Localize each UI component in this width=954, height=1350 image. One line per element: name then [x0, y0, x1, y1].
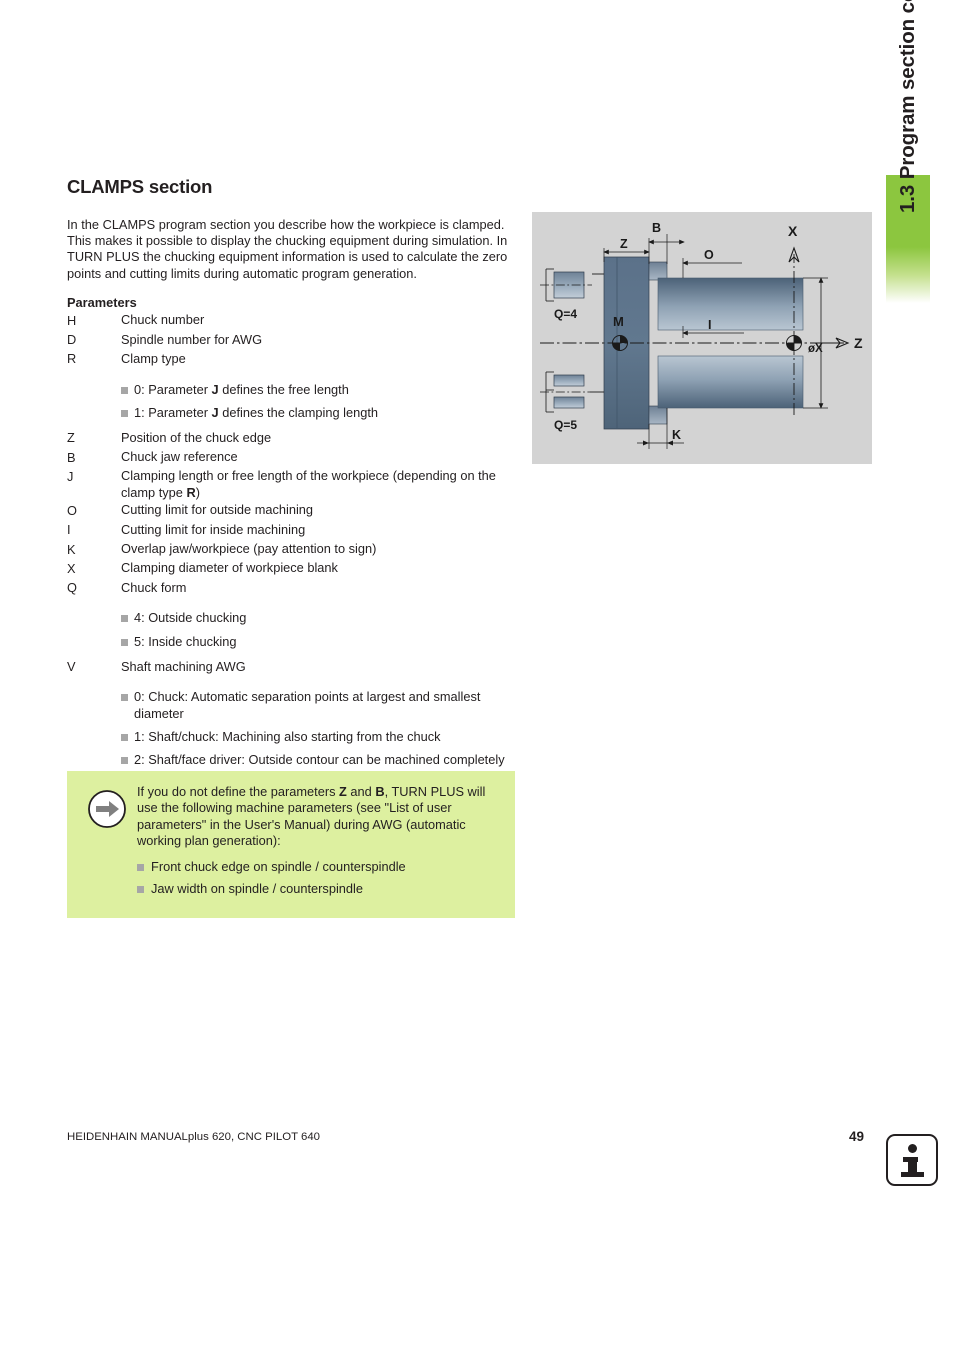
- option-label: 2: Shaft/face driver: Outside contour ca…: [134, 752, 505, 768]
- parameter-desc: Spindle number for AWG: [121, 331, 263, 347]
- figure-label-q5: Q=5: [554, 418, 577, 432]
- bullet-square-icon: [121, 410, 128, 417]
- option-label: 1: Shaft/chuck: Machining also starting …: [134, 728, 441, 744]
- clamping-diagram-svg: Z X M Z B O I K øX Q=4 Q=5: [540, 221, 863, 449]
- bullet-square-icon: [121, 733, 128, 741]
- note-bullet-item: Front chuck edge on spindle / counterspi…: [137, 859, 503, 875]
- figure-label-b: B: [652, 221, 661, 235]
- parameters-heading: Parameters: [67, 294, 137, 310]
- parameter-row: Q Chuck form: [67, 578, 517, 597]
- parameter-row: H Chuck number: [67, 311, 517, 330]
- bullet-square-icon: [121, 615, 128, 623]
- figure-label-diameter-x: øX: [808, 343, 823, 355]
- option-label: 0: Parameter J defines the free length: [134, 381, 349, 397]
- info-icon-serif-bottom: [900, 1172, 924, 1177]
- parameter-key: D: [67, 332, 77, 348]
- parameter-desc: Overlap jaw/workpiece (pay attention to …: [121, 541, 377, 557]
- note-bullet-label: Front chuck edge on spindle / counterspi…: [151, 859, 406, 875]
- parameter-desc: Clamp type: [121, 350, 186, 366]
- note-body: If you do not define the parameters Z an…: [135, 784, 503, 904]
- note-bullet-label: Jaw width on spindle / counterspindle: [151, 881, 363, 897]
- note-bullet-item: Jaw width on spindle / counterspindle: [137, 881, 503, 897]
- info-icon-dot: [907, 1144, 917, 1153]
- option-item: 4: Outside chucking: [67, 610, 517, 626]
- parameter-key: V: [67, 659, 76, 675]
- figure-label-q4: Q=4: [554, 307, 577, 321]
- section-tab-label: 1.3 Program section code: [896, 0, 919, 213]
- parameter-desc: Chuck form: [121, 579, 187, 595]
- parameter-key: K: [67, 541, 76, 557]
- parameter-row: K Overlap jaw/workpiece (pay attention t…: [67, 540, 517, 559]
- clamping-diagram: Z X M Z B O I K øX Q=4 Q=5: [532, 212, 872, 464]
- figure-label-z: Z: [620, 237, 628, 251]
- parameter-key: I: [67, 522, 71, 538]
- figure-label-i: I: [708, 318, 711, 332]
- option-item: 2: Shaft/face driver: Outside contour ca…: [67, 752, 517, 768]
- parameter-key: J: [67, 468, 74, 484]
- parameter-desc: Cutting limit for inside machining: [121, 521, 306, 537]
- parameter-row: B Chuck jaw reference: [67, 448, 517, 467]
- bullet-square-icon: [121, 694, 128, 702]
- parameter-desc: Clamping diameter of workpiece blank: [121, 560, 338, 576]
- bullet-square-icon: [137, 886, 144, 894]
- arrow-right-circle-icon: [88, 790, 126, 828]
- option-label: 4: Outside chucking: [134, 610, 247, 626]
- note-text: If you do not define the parameters Z an…: [137, 784, 486, 848]
- note-icon-container: [79, 784, 135, 904]
- note-box: If you do not define the parameters Z an…: [67, 771, 515, 918]
- option-label: 1: Parameter J defines the clamping leng…: [134, 405, 379, 420]
- option-item: 5: Inside chucking: [67, 634, 517, 650]
- figure-label-z-axis: Z: [854, 335, 863, 351]
- option-item: 0: Parameter J defines the free length: [67, 382, 517, 398]
- parameter-desc: Shaft machining AWG: [121, 658, 246, 674]
- option-label: 0: Chuck: Automatic separation points at…: [134, 689, 481, 721]
- parameter-desc: Position of the chuck edge: [121, 429, 272, 445]
- parameter-row: I Cutting limit for inside machining: [67, 520, 517, 539]
- info-icon[interactable]: [886, 1134, 938, 1186]
- parameter-key: Z: [67, 430, 75, 446]
- parameter-desc: Clamping length or free length of the wo…: [121, 468, 496, 500]
- parameter-row: J Clamping length or free length of the …: [67, 467, 517, 501]
- section-tab-background: [886, 175, 930, 575]
- parameter-key: H: [67, 312, 77, 328]
- parameter-row: V Shaft machining AWG: [67, 657, 517, 676]
- parameter-row: O Cutting limit for outside machining: [67, 501, 517, 520]
- bullet-square-icon: [137, 864, 144, 872]
- parameter-desc: Chuck jaw reference: [121, 449, 238, 465]
- figure-label-k: K: [672, 428, 681, 442]
- page-title: CLAMPS section: [67, 176, 213, 197]
- parameter-key: X: [67, 560, 76, 576]
- parameter-key: R: [67, 351, 77, 367]
- parameter-row: D Spindle number for AWG: [67, 330, 517, 349]
- option-label: 5: Inside chucking: [134, 633, 237, 649]
- main-content: CLAMPS section In the CLAMPS program sec…: [67, 176, 517, 776]
- parameter-row: X Clamping diameter of workpiece blank: [67, 559, 517, 578]
- parameter-key: B: [67, 449, 76, 465]
- footer-text: HEIDENHAIN MANUALplus 620, CNC PILOT 640: [67, 1131, 321, 1143]
- bullet-square-icon: [121, 386, 128, 394]
- bullet-square-icon: [121, 638, 128, 646]
- figure-label-x-axis: X: [788, 223, 798, 239]
- parameter-desc: Chuck number: [121, 312, 205, 328]
- option-item: 1: Shaft/chuck: Machining also starting …: [67, 729, 517, 745]
- parameter-row: Z Position of the chuck edge: [67, 428, 517, 447]
- page-number: 49: [849, 1129, 865, 1144]
- parameter-key: Q: [67, 580, 77, 596]
- figure-label-o: O: [704, 248, 714, 262]
- figure-label-m: M: [613, 314, 624, 329]
- bullet-square-icon: [121, 757, 128, 765]
- option-item: 0: Chuck: Automatic separation points at…: [67, 689, 517, 722]
- parameter-key: O: [67, 502, 77, 518]
- intro-paragraph: In the CLAMPS program section you descri…: [67, 217, 508, 281]
- option-item: 1: Parameter J defines the clamping leng…: [67, 405, 517, 421]
- parameter-row: R Clamp type: [67, 349, 517, 368]
- parameter-desc: Cutting limit for outside machining: [121, 502, 314, 518]
